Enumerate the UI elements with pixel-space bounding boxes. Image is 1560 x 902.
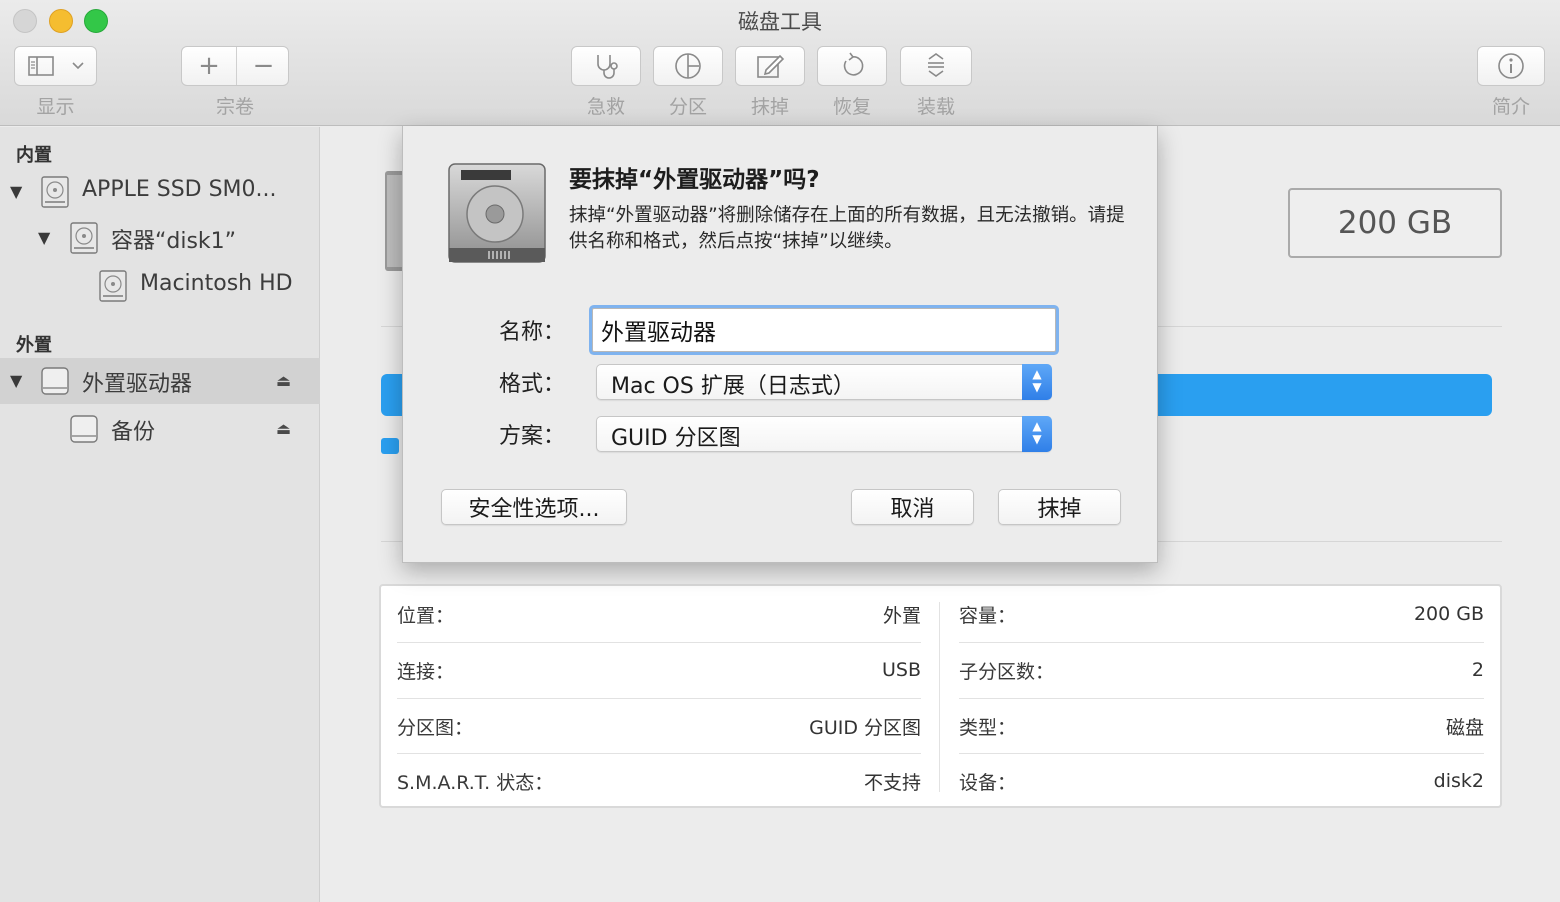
info-key: 连接： <box>397 660 455 683</box>
info-value: 不支持 <box>863 771 921 794</box>
info-key: 子分区数： <box>959 660 1055 683</box>
usage-legend-swatch <box>381 438 399 454</box>
info-key: 类型： <box>959 716 1017 739</box>
toolbar: 磁盘工具 显示 + − 宗卷 急救 分区 抹掉 恢复 装载 简介 <box>0 0 1560 126</box>
column-divider <box>939 602 940 792</box>
info-row: 设备： disk2 <box>959 753 1484 809</box>
first-aid-label: 急救 <box>586 96 625 118</box>
info-row: S.M.A.R.T. 状态： 不支持 <box>397 753 921 809</box>
disk-utility-window: 磁盘工具 显示 + − 宗卷 急救 分区 抹掉 恢复 装载 简介 内置 ▼ AP… <box>0 0 1560 902</box>
erase-dialog: 要抹掉“外置驱动器”吗? 抹掉“外置驱动器”将删除储存在上面的所有数据，且无法撤… <box>402 126 1158 563</box>
restore-arrow-icon <box>843 52 864 76</box>
erase-toolbar-label: 抹掉 <box>750 96 789 118</box>
info-row: 类型： 磁盘 <box>959 698 1484 754</box>
dialog-title: 要抹掉“外置驱动器”吗? <box>569 167 820 193</box>
view-button[interactable] <box>14 46 97 86</box>
info-value: disk2 <box>1433 770 1484 792</box>
info-row: 容量： 200 GB <box>959 586 1484 642</box>
sidebar-item-backup[interactable]: 备份 ⏏ <box>0 406 320 452</box>
disclosure-triangle-icon[interactable]: ▼ <box>38 228 50 247</box>
cancel-button[interactable]: 取消 <box>851 489 974 525</box>
dialog-description: 抹掉“外置驱动器”将删除储存在上面的所有数据，且无法撤销。请提供名称和格式，然后… <box>569 205 1125 252</box>
info-label: 简介 <box>1491 96 1530 118</box>
restore-label: 恢复 <box>832 96 871 118</box>
disclosure-triangle-icon[interactable]: ▼ <box>10 182 22 201</box>
scheme-label: 方案： <box>498 424 565 449</box>
external-volume-icon <box>70 415 98 443</box>
internal-disk-icon <box>41 176 69 208</box>
info-key: 分区图： <box>397 716 474 739</box>
sidebar-toggle-icon <box>27 56 54 76</box>
window-title: 磁盘工具 <box>738 10 822 34</box>
sidebar-item-label: 容器“disk1” <box>111 229 237 254</box>
format-label: 格式： <box>498 372 565 397</box>
scheme-select-value: GUID 分区图 <box>611 426 741 451</box>
volume-label: 宗卷 <box>215 96 254 118</box>
mount-icon <box>928 53 944 77</box>
select-stepper-icon: ▲ ▼ <box>1022 364 1052 400</box>
sidebar-item-apple-ssd[interactable]: ▼ APPLE SSD SM0... <box>0 169 320 215</box>
sidebar-item-label: 备份 <box>111 420 156 445</box>
info-row: 子分区数： 2 <box>959 642 1484 698</box>
info-row: 位置： 外置 <box>397 586 921 642</box>
disclosure-triangle-icon[interactable]: ▼ <box>10 371 22 390</box>
name-label: 名称： <box>498 320 565 345</box>
format-select[interactable]: Mac OS 扩展（日志式） ▲ ▼ <box>596 364 1052 400</box>
eject-icon[interactable]: ⏏ <box>276 419 291 438</box>
info-value: 磁盘 <box>1445 716 1484 739</box>
erase-toolbar-button[interactable] <box>735 46 805 86</box>
scheme-select[interactable]: GUID 分区图 ▲ ▼ <box>596 416 1052 452</box>
pie-chart-icon <box>675 53 701 79</box>
security-options-button[interactable]: 安全性选项... <box>441 489 627 525</box>
info-row: 分区图： GUID 分区图 <box>397 698 921 754</box>
container-icon <box>70 222 98 254</box>
stethoscope-icon <box>597 55 618 79</box>
info-value: USB <box>881 659 921 681</box>
info-key: 位置： <box>397 604 455 627</box>
first-aid-button[interactable] <box>571 46 641 86</box>
view-label: 显示 <box>36 96 75 118</box>
external-disk-icon <box>41 367 69 395</box>
sidebar: 内置 ▼ APPLE SSD SM0... ▼ 容器“disk1” Macint… <box>0 127 320 902</box>
info-key: S.M.A.R.T. 状态： <box>397 771 554 794</box>
name-input[interactable] <box>592 308 1056 352</box>
select-stepper-icon: ▲ ▼ <box>1022 416 1052 452</box>
info-value: 200 GB <box>1413 603 1484 625</box>
remove-volume-button[interactable]: − <box>237 51 290 81</box>
mount-button[interactable] <box>900 46 972 86</box>
format-select-value: Mac OS 扩展（日志式） <box>611 374 855 399</box>
mount-label: 装载 <box>916 96 955 118</box>
info-value: 外置 <box>882 604 921 627</box>
partition-label: 分区 <box>668 96 707 118</box>
erase-button[interactable]: 抹掉 <box>998 489 1121 525</box>
restore-button[interactable] <box>817 46 887 86</box>
chevron-down-icon <box>71 62 84 70</box>
info-value: 2 <box>1471 659 1484 681</box>
add-volume-button[interactable]: + <box>182 51 236 81</box>
internal-section-header: 内置 <box>16 145 52 166</box>
capacity-display: 200 GB <box>1288 188 1502 258</box>
pencil-edit-icon <box>757 54 785 78</box>
sidebar-item-label: 外置驱动器 <box>82 372 193 397</box>
sidebar-item-container[interactable]: ▼ 容器“disk1” <box>0 215 320 261</box>
eject-icon[interactable]: ⏏ <box>276 371 291 390</box>
partition-button[interactable] <box>653 46 723 86</box>
sidebar-item-label: Macintosh HD <box>140 271 293 296</box>
info-table: 位置： 外置 连接： USB 分区图： GUID 分区图 S.M.A.R.T. … <box>379 584 1502 808</box>
info-key: 设备： <box>959 771 1017 794</box>
volume-icon <box>99 270 127 302</box>
sidebar-item-label: APPLE SSD SM0... <box>82 177 277 202</box>
info-row: 连接： USB <box>397 642 921 698</box>
info-key: 容量： <box>959 604 1017 627</box>
volume-segmented-control: + − <box>181 46 289 86</box>
sidebar-item-macintosh-hd[interactable]: Macintosh HD <box>0 263 320 309</box>
info-value: GUID 分区图 <box>809 716 921 739</box>
external-section-header: 外置 <box>16 335 52 356</box>
hard-drive-icon <box>448 163 546 263</box>
info-icon <box>1498 53 1524 79</box>
sidebar-item-external-drive[interactable]: ▼ 外置驱动器 ⏏ <box>0 358 320 404</box>
info-button[interactable] <box>1477 46 1545 86</box>
